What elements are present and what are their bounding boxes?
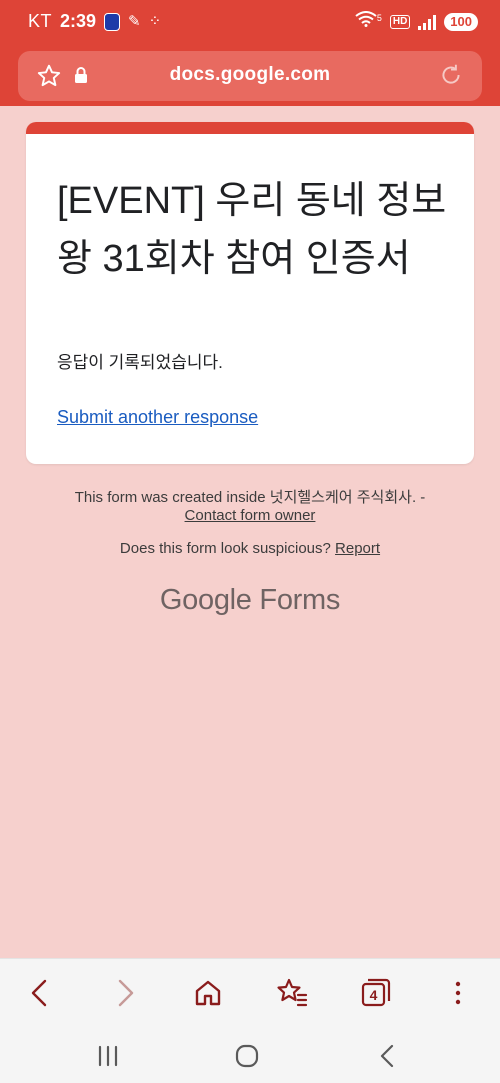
logo-google: Google — [159, 584, 252, 616]
suspicious-question: Does this form look suspicious? — [119, 540, 331, 557]
carrier-label: KT — [28, 11, 53, 31]
form-title: [EVENT] 우리 동네 정보왕 31회차 참여 인증서 — [57, 180, 447, 280]
wifi-badge: 5 — [376, 12, 382, 23]
app-notification-icon — [104, 12, 121, 31]
submit-another-link[interactable]: Submit another response — [57, 407, 258, 428]
url-bar[interactable]: docs.google.com — [18, 51, 482, 101]
contact-owner-link[interactable]: Contact form owner — [0, 507, 500, 524]
confirmation-card: [EVENT] 우리 동네 정보왕 31회차 참여 인증서 응답이 기록되었습니… — [26, 122, 474, 464]
report-link[interactable]: Report — [335, 540, 380, 557]
clock: 2:39 — [60, 11, 97, 31]
bottom-navigation: 4 — [0, 958, 500, 1083]
suspicious-text: Does this form look suspicious? Report — [0, 540, 500, 557]
tab-count: 4 — [369, 987, 378, 1003]
confirmation-message: 응답이 기록되었습니다. — [57, 353, 223, 372]
bookmarks-icon[interactable] — [274, 975, 310, 1011]
feather-icon: ✎ — [128, 13, 141, 30]
url-text[interactable]: docs.google.com — [18, 64, 482, 86]
status-left: KT 2:39 ✎ ⁘ — [28, 11, 161, 32]
browser-top-bar: KT 2:39 ✎ ⁘ 5 HD 100 docs.google.com — [0, 0, 500, 106]
home-icon[interactable] — [190, 975, 226, 1011]
card-accent-bar — [26, 122, 474, 134]
battery-badge: 100 — [444, 12, 478, 31]
forward-icon[interactable] — [107, 975, 143, 1011]
reload-icon[interactable] — [438, 62, 464, 93]
recent-apps-icon[interactable] — [93, 1041, 123, 1071]
tabs-icon[interactable]: 4 — [358, 975, 394, 1011]
status-right: 5 HD 100 — [355, 11, 478, 32]
google-forms-logo: Google Forms — [0, 584, 500, 617]
hd-badge: HD — [389, 14, 411, 29]
system-back-icon[interactable] — [373, 1041, 403, 1071]
logo-forms: Forms — [259, 584, 341, 616]
back-icon[interactable] — [22, 975, 58, 1011]
signal-icon — [418, 14, 437, 30]
more-icon[interactable] — [440, 975, 476, 1011]
form-origin-text: This form was created inside 넛지헬스케어 주식회사… — [74, 489, 426, 506]
home-circle-icon[interactable] — [232, 1041, 262, 1071]
grid-icon: ⁘ — [148, 13, 162, 30]
wifi-icon — [355, 11, 377, 32]
status-bar: KT 2:39 ✎ ⁘ 5 HD 100 — [0, 0, 500, 46]
